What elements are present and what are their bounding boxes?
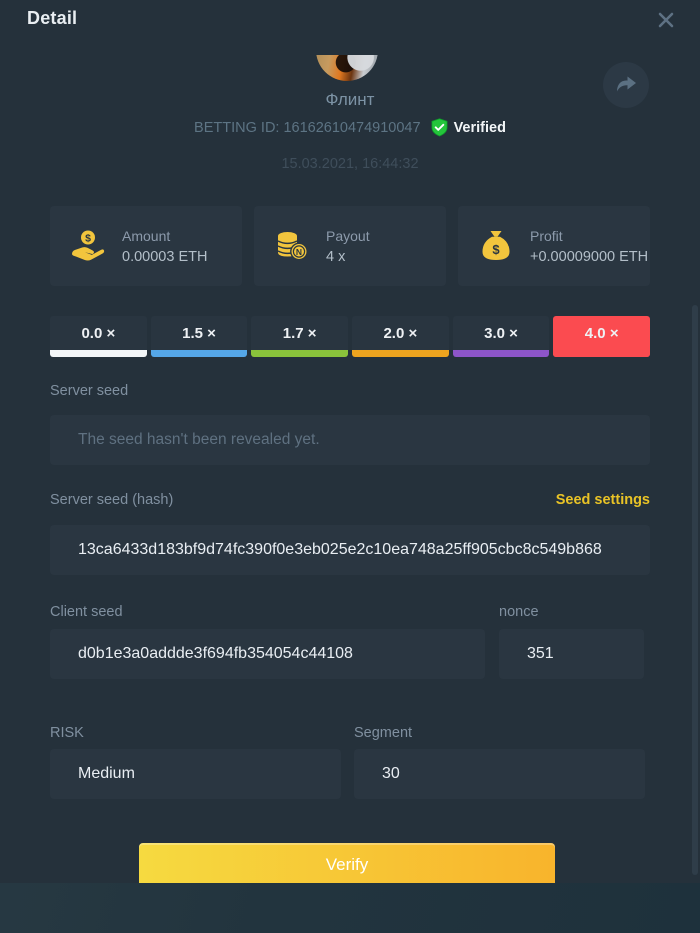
player-name: Флинт <box>0 90 700 110</box>
server-seed-value: The seed hasn't been revealed yet. <box>78 431 320 449</box>
svg-text:N: N <box>296 247 302 257</box>
amount-card: $ Amount 0.00003 ETH <box>50 206 242 286</box>
server-seed-label: Server seed <box>50 383 128 399</box>
server-seed-hash-label: Server seed (hash) <box>50 492 173 508</box>
nonce-value: 351 <box>527 645 554 663</box>
profit-value: +0.00009000 ETH <box>530 249 648 265</box>
multiplier-tabs: 0.0 × 1.5 × 1.7 × 2.0 × 3.0 × 4.0 × <box>50 316 650 357</box>
verify-button[interactable]: Verify <box>139 843 555 883</box>
segment-value: 30 <box>382 765 400 783</box>
multiplier-tab-3.0x[interactable]: 3.0 × <box>453 316 550 357</box>
profit-label: Profit <box>530 228 648 244</box>
hand-coin-icon: $ <box>70 228 106 264</box>
verified-badge: Verified <box>430 118 506 137</box>
multiplier-tab-0.0x[interactable]: 0.0 × <box>50 316 147 357</box>
multiplier-tab-4.0x-selected[interactable]: 4.0 × <box>553 316 650 357</box>
betting-id-row: BETTING ID: 16162610474910047 Verified <box>0 118 700 137</box>
multiplier-bar <box>453 350 550 357</box>
payout-label: Payout <box>326 228 370 244</box>
avatar <box>316 55 378 81</box>
multiplier-bar <box>151 350 248 357</box>
profit-card: $ Profit +0.00009000 ETH <box>458 206 650 286</box>
seed-settings-link[interactable]: Seed settings <box>556 492 650 508</box>
stats-row: $ Amount 0.00003 ETH N <box>50 206 650 286</box>
server-seed-field[interactable]: The seed hasn't been revealed yet. <box>50 415 650 465</box>
verified-label: Verified <box>454 120 506 136</box>
risk-value: Medium <box>78 765 135 783</box>
client-seed-label: Client seed <box>50 604 123 620</box>
coins-icon: N <box>274 228 310 264</box>
close-icon[interactable] <box>654 8 678 32</box>
multiplier-bar <box>251 350 348 357</box>
risk-field[interactable]: Medium <box>50 749 341 799</box>
money-bag-icon: $ <box>478 228 514 264</box>
server-seed-hash-value: 13ca6433d183bf9d74fc390f0e3eb025e2c10ea7… <box>78 541 602 559</box>
detail-modal: Detail Флинт BETTING ID: 161626104749100… <box>0 0 700 883</box>
svg-text:$: $ <box>85 233 91 245</box>
multiplier-bar <box>352 350 449 357</box>
page-title: Detail <box>27 8 77 29</box>
svg-text:$: $ <box>492 242 500 257</box>
betting-id: BETTING ID: 16162610474910047 <box>194 120 421 136</box>
shield-check-icon <box>430 118 449 137</box>
nonce-label: nonce <box>499 604 539 620</box>
bet-datetime: 15.03.2021, 16:44:32 <box>0 156 700 172</box>
segment-label: Segment <box>354 725 412 741</box>
payout-value: 4 x <box>326 249 370 265</box>
nonce-field[interactable]: 351 <box>499 629 644 679</box>
scrollbar-thumb[interactable] <box>692 305 698 875</box>
multiplier-tab-1.7x[interactable]: 1.7 × <box>251 316 348 357</box>
payout-card: N Payout 4 x <box>254 206 446 286</box>
server-seed-hash-field[interactable]: 13ca6433d183bf9d74fc390f0e3eb025e2c10ea7… <box>50 525 650 575</box>
multiplier-bar <box>50 350 147 357</box>
client-seed-field[interactable]: d0b1e3a0addde3f694fb354054c44108 <box>50 629 485 679</box>
amount-value: 0.00003 ETH <box>122 249 207 265</box>
segment-field[interactable]: 30 <box>354 749 645 799</box>
client-seed-value: d0b1e3a0addde3f694fb354054c44108 <box>78 645 353 663</box>
amount-label: Amount <box>122 228 207 244</box>
risk-label: RISK <box>50 725 84 741</box>
multiplier-tab-1.5x[interactable]: 1.5 × <box>151 316 248 357</box>
multiplier-bar <box>553 350 650 357</box>
multiplier-tab-2.0x[interactable]: 2.0 × <box>352 316 449 357</box>
